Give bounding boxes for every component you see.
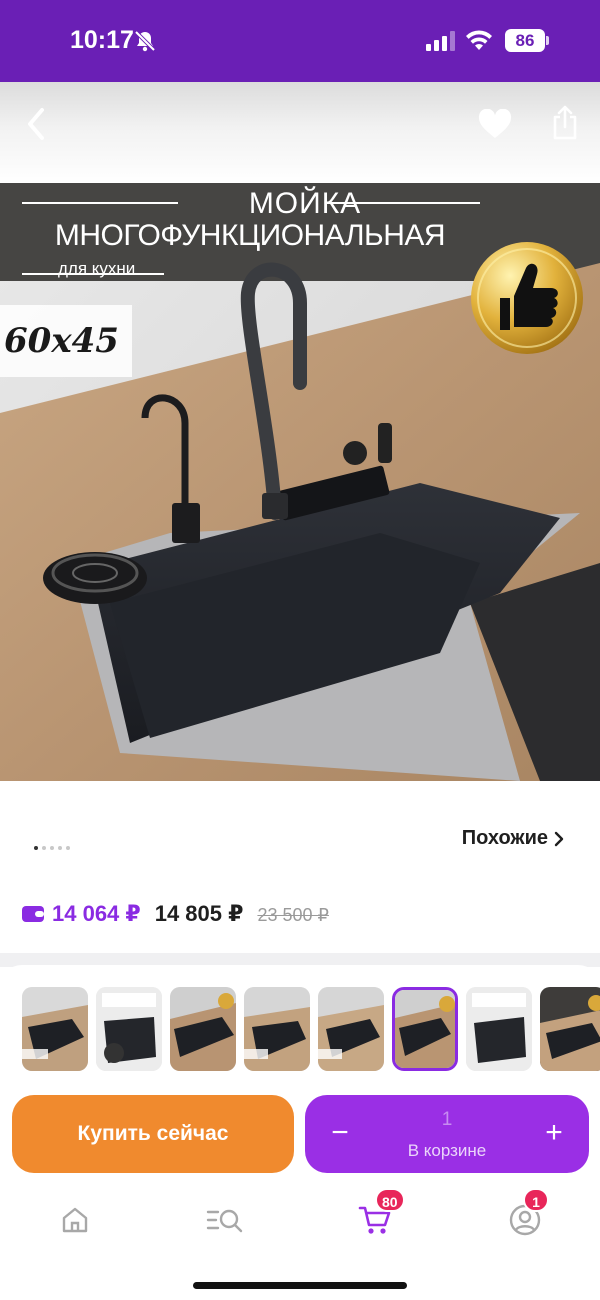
similar-link-label: Похожие <box>461 827 548 849</box>
old-price: 23 500 ₽ <box>257 905 329 925</box>
size-badge: 60x45 <box>4 321 119 361</box>
favorite-button[interactable] <box>471 100 519 148</box>
tab-home[interactable] <box>55 1200 95 1240</box>
image-subtitle: для кухни <box>58 259 136 278</box>
page-dot <box>42 846 46 850</box>
product-image-gallery[interactable]: МОЙКА МНОГОФУНКЦИОНАЛЬНАЯ для кухни 60x4… <box>0 183 600 781</box>
variant-thumbnail-selected[interactable] <box>392 987 458 1071</box>
page-dot <box>34 846 38 850</box>
thumbnail-image <box>22 987 88 1071</box>
thumbnail-image <box>318 987 384 1071</box>
gallery-pagination <box>34 846 70 850</box>
share-button[interactable] <box>541 98 589 146</box>
share-icon <box>553 105 577 140</box>
page-dot <box>66 846 70 850</box>
variant-thumbnail[interactable] <box>244 987 310 1071</box>
variant-thumbnail[interactable] <box>466 987 532 1071</box>
top-navigation <box>0 82 600 184</box>
thumbnail-image <box>170 987 236 1071</box>
back-button[interactable] <box>12 100 60 148</box>
variant-thumbnails <box>0 965 600 1095</box>
image-title-line2: МНОГОФУНКЦИОНАЛЬНАЯ <box>54 219 446 252</box>
variant-thumbnail[interactable] <box>96 987 162 1071</box>
page-dot <box>50 846 54 850</box>
thumbnail-image <box>466 987 532 1071</box>
tab-profile[interactable]: 1 <box>505 1188 549 1240</box>
buy-now-button[interactable]: Купить сейчас <box>12 1095 294 1173</box>
cart-quantity-stepper: − 1 В корзине + <box>305 1095 589 1173</box>
page-dot <box>58 846 62 850</box>
wifi-icon <box>466 30 492 50</box>
thumbnail-image <box>395 990 455 1068</box>
bell-muted-icon <box>134 30 156 52</box>
variant-thumbnail[interactable] <box>318 987 384 1071</box>
status-bar: 10:17 86 <box>0 0 600 82</box>
price-row: 14 064 ₽ 14 805 ₽ 23 500 ₽ <box>22 901 329 927</box>
purchase-actions: Купить сейчас − 1 В корзине + <box>0 1092 600 1180</box>
current-price: 14 805 ₽ <box>154 901 244 926</box>
status-time: 10:17 <box>70 26 134 54</box>
home-icon <box>62 1207 88 1233</box>
tab-catalog-search[interactable] <box>205 1200 245 1240</box>
thumbnail-image <box>540 987 600 1071</box>
chevron-left-icon <box>28 108 44 140</box>
battery-indicator: 86 <box>505 29 545 52</box>
thumbnail-image <box>244 987 310 1071</box>
product-info: Похожие 14 064 ₽ 14 805 ₽ 23 500 ₽ <box>0 781 600 953</box>
thumbnail-image <box>96 987 162 1071</box>
increase-quantity-button[interactable]: + <box>539 1117 569 1151</box>
chevron-right-icon <box>554 831 564 846</box>
variant-thumbnail[interactable] <box>170 987 236 1071</box>
home-indicator <box>193 1282 407 1289</box>
cellular-signal-icon <box>426 31 455 51</box>
profile-notification-badge: 1 <box>523 1188 549 1212</box>
wallet-icon <box>22 906 44 922</box>
battery-tip <box>546 36 549 45</box>
image-title-line1: МОЙКА <box>248 187 362 220</box>
variant-thumbnail[interactable] <box>540 987 600 1071</box>
similar-products-link[interactable]: Похожие <box>462 827 564 850</box>
tab-cart[interactable]: 80 <box>355 1188 405 1240</box>
wallet-price: 14 064 ₽ <box>52 901 141 926</box>
variant-thumbnail[interactable] <box>22 987 88 1071</box>
cart-count-badge: 80 <box>375 1188 405 1212</box>
heart-icon <box>478 109 512 138</box>
catalog-search-icon <box>206 1209 243 1233</box>
